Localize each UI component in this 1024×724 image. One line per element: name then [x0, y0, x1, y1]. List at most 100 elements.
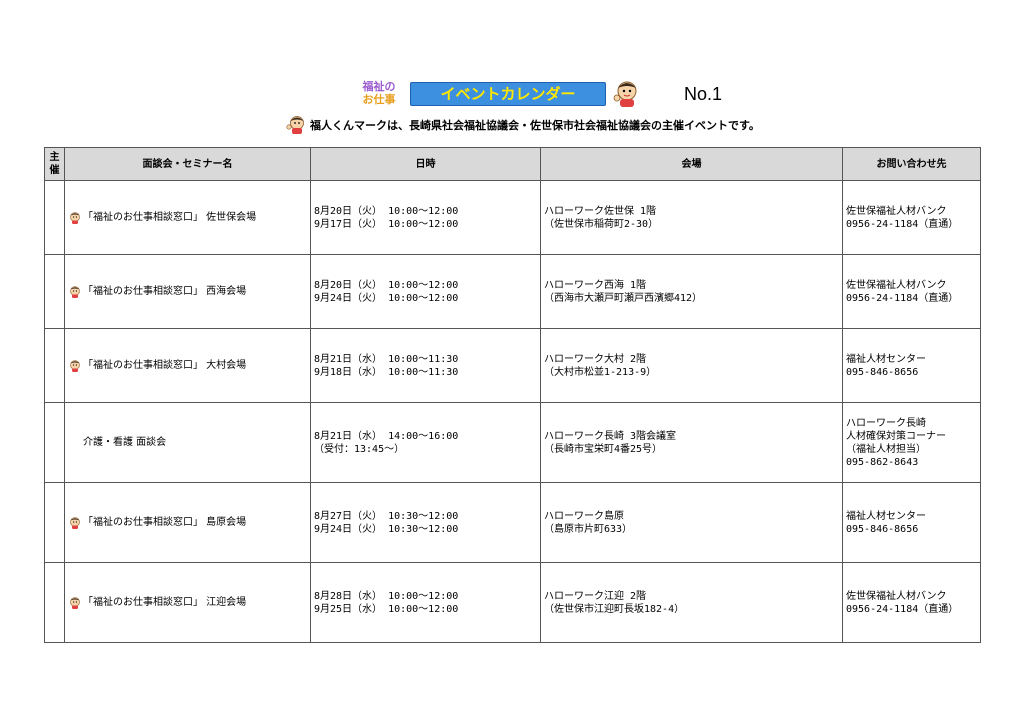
cell-venue-line: （佐世保市稲荷町2-30）	[544, 218, 659, 230]
cell-contact-line: 0956-24-1184（直通）	[846, 292, 959, 304]
cell-venue-line: ハローワーク大村 2階	[544, 353, 647, 365]
cell-venue-line: ハローワーク長崎 3階会議室	[544, 430, 677, 442]
cell-datetime-line: 8月28日（水） 10:00～12:00	[314, 590, 459, 602]
cell-datetime: 8月20日（火） 10:00～12:00 9月17日（火） 10:00～12:00	[310, 180, 541, 255]
cell-venue: ハローワーク江迎 2階 （佐世保市江迎町長坂182-4）	[540, 562, 843, 643]
cell-contact: 佐世保福祉人材バンク 0956-24-1184（直通）	[842, 562, 981, 643]
fukujin-mascot-icon	[70, 597, 80, 609]
cell-organizer	[44, 180, 65, 255]
cell-venue: ハローワーク大村 2階 （大村市松並1-213-9）	[540, 328, 843, 403]
cell-contact: 福祉人材センター 095-846-8656	[842, 328, 981, 403]
cell-contact: 福祉人材センター 095-846-8656	[842, 482, 981, 563]
cell-datetime-line: 9月24日（火） 10:30～12:00	[314, 523, 459, 535]
cell-datetime-line: 8月20日（火） 10:00～12:00	[314, 205, 459, 217]
cell-venue: ハローワーク長崎 3階会議室 （長崎市宝栄町4番25号）	[540, 402, 843, 483]
subtitle-note: 福人くんマークは、長崎県社会福祉協議会・佐世保市社会福祉協議会の主催イベントです…	[310, 119, 760, 132]
cell-venue-line: ハローワーク西海 1階	[544, 279, 647, 291]
cell-datetime-line: 9月18日（水） 10:00～11:30	[314, 366, 459, 378]
table-row: 介護・看護 面談会 8月21日（水） 14:00～16:00 （受付：13:45～）…	[44, 402, 981, 483]
table-row: 「福祉のお仕事相談窓口」 佐世保会場 8月20日（火） 10:00～12:00 9月…	[44, 180, 981, 255]
cell-organizer	[44, 482, 65, 563]
cell-datetime-line: 9月25日（水） 10:00～12:00	[314, 603, 459, 615]
table-row: 「福祉のお仕事相談窓口」 江迎会場 8月28日（水） 10:00～12:00 9月2…	[44, 562, 981, 643]
event-name: 「福祉のお仕事相談窓口」 島原会場	[83, 517, 247, 528]
cell-datetime: 8月21日（水） 10:00～11:30 9月18日（水） 10:00～11:30	[310, 328, 541, 403]
cell-contact: ハローワーク長崎 人材確保対策コーナー （福祉人材担当） 095-862-8643	[842, 402, 981, 483]
cell-contact-line: 095-846-8656	[846, 523, 919, 535]
col-header-contact: お問い合わせ先	[842, 147, 981, 181]
cell-contact-line: 0956-24-1184（直通）	[846, 603, 959, 615]
cell-venue: ハローワーク島原 （島原市片町633）	[540, 482, 843, 563]
cell-event-name: 「福祉のお仕事相談窓口」 佐世保会場	[64, 180, 311, 255]
cell-organizer	[44, 402, 65, 483]
document-number: No.1	[684, 84, 723, 104]
table-row: 「福祉のお仕事相談窓口」 西海会場 8月20日（火） 10:00～12:00 9月2…	[44, 254, 981, 329]
cell-organizer	[44, 562, 65, 643]
cell-datetime-line: 8月21日（水） 10:00～11:30	[314, 353, 459, 365]
cell-contact-line: 095-862-8643	[846, 456, 919, 468]
table-header-row: 主催 面談会・セミナー名 日時 会場 お問い合わせ先	[44, 147, 981, 181]
cell-organizer	[44, 328, 65, 403]
cell-contact-line: 福祉人材センター	[846, 510, 926, 522]
cell-datetime: 8月21日（水） 14:00～16:00 （受付：13:45～）	[310, 402, 541, 483]
page-header: 福祉の お仕事 イベントカレンダー No.1 福人くんマークは、長崎県社会福祉協…	[0, 0, 1024, 140]
fukujin-mascot-icon	[70, 212, 80, 224]
cell-event-name: 「福祉のお仕事相談窓口」 島原会場	[64, 482, 311, 563]
cell-contact: 佐世保福祉人材バンク 0956-24-1184（直通）	[842, 180, 981, 255]
cell-venue-line: ハローワーク佐世保 1階	[544, 205, 657, 217]
table-body: 「福祉のお仕事相談窓口」 佐世保会場 8月20日（火） 10:00～12:00 9月…	[44, 180, 981, 643]
cell-datetime-line: 8月21日（水） 14:00～16:00	[314, 430, 459, 442]
cell-venue-line: ハローワーク江迎 2階	[544, 590, 647, 602]
cell-datetime-line: 9月17日（火） 10:00～12:00	[314, 218, 459, 230]
fukujin-mascot-icon	[70, 517, 80, 529]
fukujin-mascot-icon	[613, 81, 637, 107]
cell-venue-line: （佐世保市江迎町長坂182-4）	[544, 603, 685, 615]
event-name: 「福祉のお仕事相談窓口」 江迎会場	[83, 597, 247, 608]
cell-contact-line: ハローワーク長崎	[846, 417, 926, 429]
fukujin-mascot-icon	[70, 286, 80, 298]
cell-datetime: 8月28日（水） 10:00～12:00 9月25日（水） 10:00～12:00	[310, 562, 541, 643]
cell-datetime: 8月20日（火） 10:00～12:00 9月24日（火） 10:00～12:00	[310, 254, 541, 329]
fukushi-oshigoto-logo: 福祉の お仕事	[362, 80, 396, 106]
cell-event-name: 「福祉のお仕事相談窓口」 西海会場	[64, 254, 311, 329]
cell-venue-line: （長崎市宝栄町4番25号）	[544, 443, 663, 455]
fukujin-mascot-icon	[70, 360, 80, 372]
cell-venue-line: ハローワーク島原	[544, 510, 624, 522]
event-name: 「福祉のお仕事相談窓口」 佐世保会場	[83, 212, 257, 223]
cell-venue: ハローワーク西海 1階 （西海市大瀬戸町瀬戸西濱郷412）	[540, 254, 843, 329]
cell-venue-line: （大村市松並1-213-9）	[544, 366, 657, 378]
cell-contact-line: 人材確保対策コーナー	[846, 430, 946, 442]
cell-datetime-line: 9月24日（火） 10:00～12:00	[314, 292, 459, 304]
col-header-venue: 会場	[540, 147, 843, 181]
table-row: 「福祉のお仕事相談窓口」 大村会場 8月21日（水） 10:00～11:30 9月1…	[44, 328, 981, 403]
col-header-datetime: 日時	[310, 147, 541, 181]
col-header-name: 面談会・セミナー名	[64, 147, 311, 181]
cell-datetime-line: 8月27日（火） 10:30～12:00	[314, 510, 459, 522]
cell-contact-line: 0956-24-1184（直通）	[846, 218, 959, 230]
cell-contact-line: 福祉人材センター	[846, 353, 926, 365]
cell-venue-line: （島原市片町633）	[544, 523, 633, 535]
cell-contact: 佐世保福祉人材バンク 0956-24-1184（直通）	[842, 254, 981, 329]
cell-contact-line: 佐世保福祉人材バンク	[846, 279, 947, 291]
cell-contact-line: 佐世保福祉人材バンク	[846, 590, 947, 602]
cell-venue-line: （西海市大瀬戸町瀬戸西濱郷412）	[544, 292, 703, 304]
table-row: 「福祉のお仕事相談窓口」 島原会場 8月27日（火） 10:30～12:00 9月2…	[44, 482, 981, 563]
event-name: 介護・看護 面談会	[83, 437, 167, 448]
event-calendar-banner: イベントカレンダー	[410, 82, 606, 106]
cell-event-name: 介護・看護 面談会	[64, 402, 311, 483]
cell-venue: ハローワーク佐世保 1階 （佐世保市稲荷町2-30）	[540, 180, 843, 255]
fukujin-mascot-icon	[286, 116, 304, 134]
event-name: 「福祉のお仕事相談窓口」 大村会場	[83, 360, 247, 371]
cell-event-name: 「福祉のお仕事相談窓口」 江迎会場	[64, 562, 311, 643]
cell-contact-line: （福祉人材担当）	[846, 443, 926, 455]
cell-contact-line: 佐世保福祉人材バンク	[846, 205, 947, 217]
cell-event-name: 「福祉のお仕事相談窓口」 大村会場	[64, 328, 311, 403]
cell-organizer	[44, 254, 65, 329]
event-table: 主催 面談会・セミナー名 日時 会場 お問い合わせ先 「福祉のお仕事相談窓口」 …	[44, 147, 981, 643]
cell-datetime: 8月27日（火） 10:30～12:00 9月24日（火） 10:30～12:00	[310, 482, 541, 563]
cell-contact-line: 095-846-8656	[846, 366, 919, 378]
col-header-organizer: 主催	[44, 147, 65, 181]
event-name: 「福祉のお仕事相談窓口」 西海会場	[83, 286, 247, 297]
cell-datetime-line: （受付：13:45～）	[314, 443, 405, 455]
cell-datetime-line: 8月20日（火） 10:00～12:00	[314, 279, 459, 291]
